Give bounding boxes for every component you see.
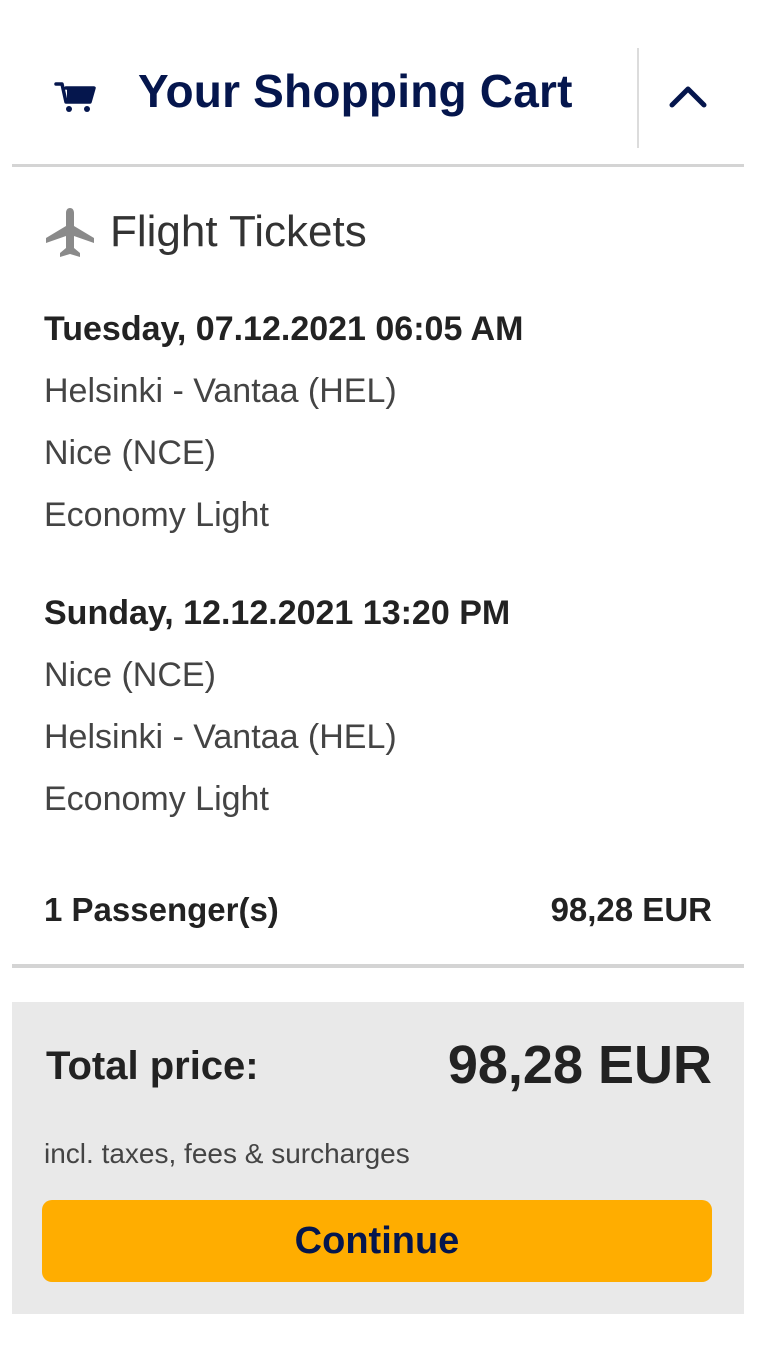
flight-datetime: Tuesday, 07.12.2021 06:05 AM (44, 310, 524, 348)
flight-segment-return: Sunday, 12.12.2021 13:20 PM Nice (NCE) H… (44, 582, 724, 830)
passengers-label: 1 Passenger(s) (44, 891, 279, 928)
taxes-note: incl. taxes, fees & surcharges (44, 1138, 410, 1169)
flight-tickets-heading: Flight Tickets (42, 202, 367, 262)
flight-origin: Nice (NCE) (44, 656, 216, 694)
flight-destination: Nice (NCE) (44, 434, 216, 472)
passengers-row: 1 Passenger(s) 98,28 EUR (44, 884, 712, 936)
shopping-cart-panel: Your Shopping Cart Flight Tickets Tuesda… (12, 0, 744, 1314)
cart-header: Your Shopping Cart (12, 0, 744, 167)
flight-segment-outbound: Tuesday, 07.12.2021 06:05 AM Helsinki - … (44, 298, 724, 546)
total-price-label: Total price: (46, 1044, 259, 1088)
flight-fare: Economy Light (44, 780, 269, 818)
shopping-cart-icon (54, 78, 98, 114)
passengers-price: 98,28 EUR (550, 891, 712, 928)
header-divider (637, 48, 639, 148)
total-price-box: Total price: 98,28 EUR incl. taxes, fees… (12, 1002, 744, 1314)
flight-datetime: Sunday, 12.12.2021 13:20 PM (44, 594, 511, 632)
flight-origin: Helsinki - Vantaa (HEL) (44, 372, 397, 410)
chevron-up-icon (669, 86, 707, 108)
airplane-icon (42, 204, 98, 260)
section-title: Flight Tickets (110, 207, 367, 256)
flight-fare: Economy Light (44, 496, 269, 534)
total-price-value: 98,28 EUR (447, 1035, 712, 1095)
cart-title: Your Shopping Cart (138, 65, 573, 117)
divider (12, 964, 744, 968)
continue-button[interactable]: Continue (42, 1200, 712, 1282)
flight-destination: Helsinki - Vantaa (HEL) (44, 718, 397, 756)
collapse-cart-button[interactable] (652, 60, 724, 132)
